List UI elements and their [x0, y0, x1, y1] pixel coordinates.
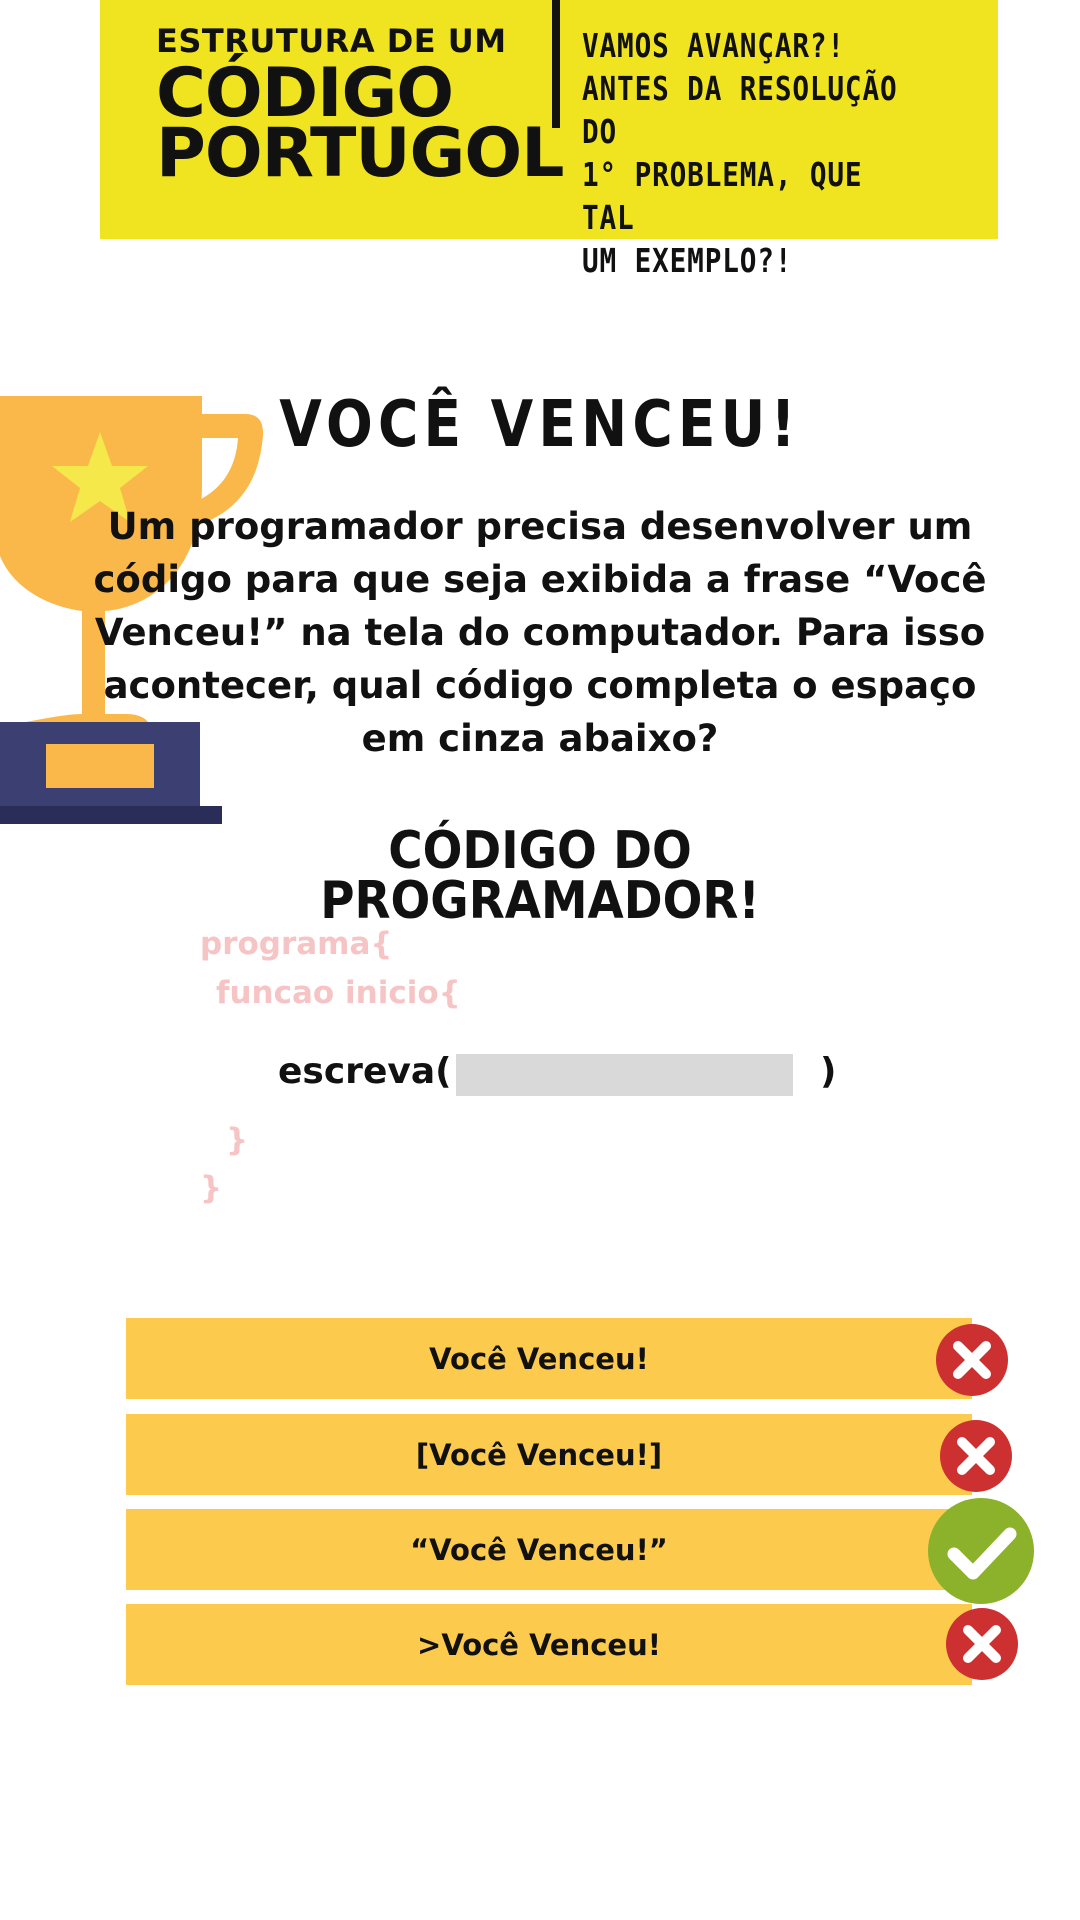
check-icon	[928, 1498, 1034, 1604]
code-close-outer-brace: }	[200, 1170, 223, 1206]
code-line-escreva: escreva(	[278, 1051, 452, 1092]
option-3[interactable]: “Você Venceu!”	[126, 1509, 972, 1590]
banner-heading: ESTRUTURA DE UM CÓDIGO PORTUGOL	[156, 22, 565, 193]
close-icon	[936, 1324, 1008, 1396]
code-close-inner-brace: }	[226, 1122, 249, 1158]
code-line-funcao-inicio: funcao inicio{	[216, 975, 461, 1011]
option-4[interactable]: >Você Venceu!	[126, 1604, 972, 1685]
header-banner: ESTRUTURA DE UM CÓDIGO PORTUGOL VAMOS AV…	[100, 0, 998, 280]
code-blank-slot	[456, 1054, 793, 1096]
challenge-title: VOCÊ VENCEU!	[279, 388, 801, 462]
close-icon	[940, 1420, 1012, 1492]
challenge-statement: Um programador precisa desenvolver um có…	[93, 505, 987, 760]
code-title: CÓDIGO DO PROGRAMADOR!	[320, 821, 760, 931]
option-label: “Você Venceu!”	[410, 1532, 668, 1567]
banner-title: CÓDIGO PORTUGOL	[156, 54, 565, 193]
option-2[interactable]: [Você Venceu!]	[126, 1414, 972, 1495]
close-icon	[946, 1608, 1018, 1680]
code-close-paren: )	[820, 1051, 837, 1092]
option-label: Você Venceu!	[429, 1341, 649, 1376]
option-label: [Você Venceu!]	[415, 1437, 663, 1472]
option-1[interactable]: Você Venceu!	[126, 1318, 972, 1399]
banner-side-text: VAMOS AVANÇAR?! ANTES DA RESOLUÇÃO DO 1°…	[582, 26, 898, 280]
banner-divider	[552, 0, 560, 128]
code-line-programa: programa{	[200, 926, 393, 962]
option-label: >Você Venceu!	[417, 1627, 661, 1662]
